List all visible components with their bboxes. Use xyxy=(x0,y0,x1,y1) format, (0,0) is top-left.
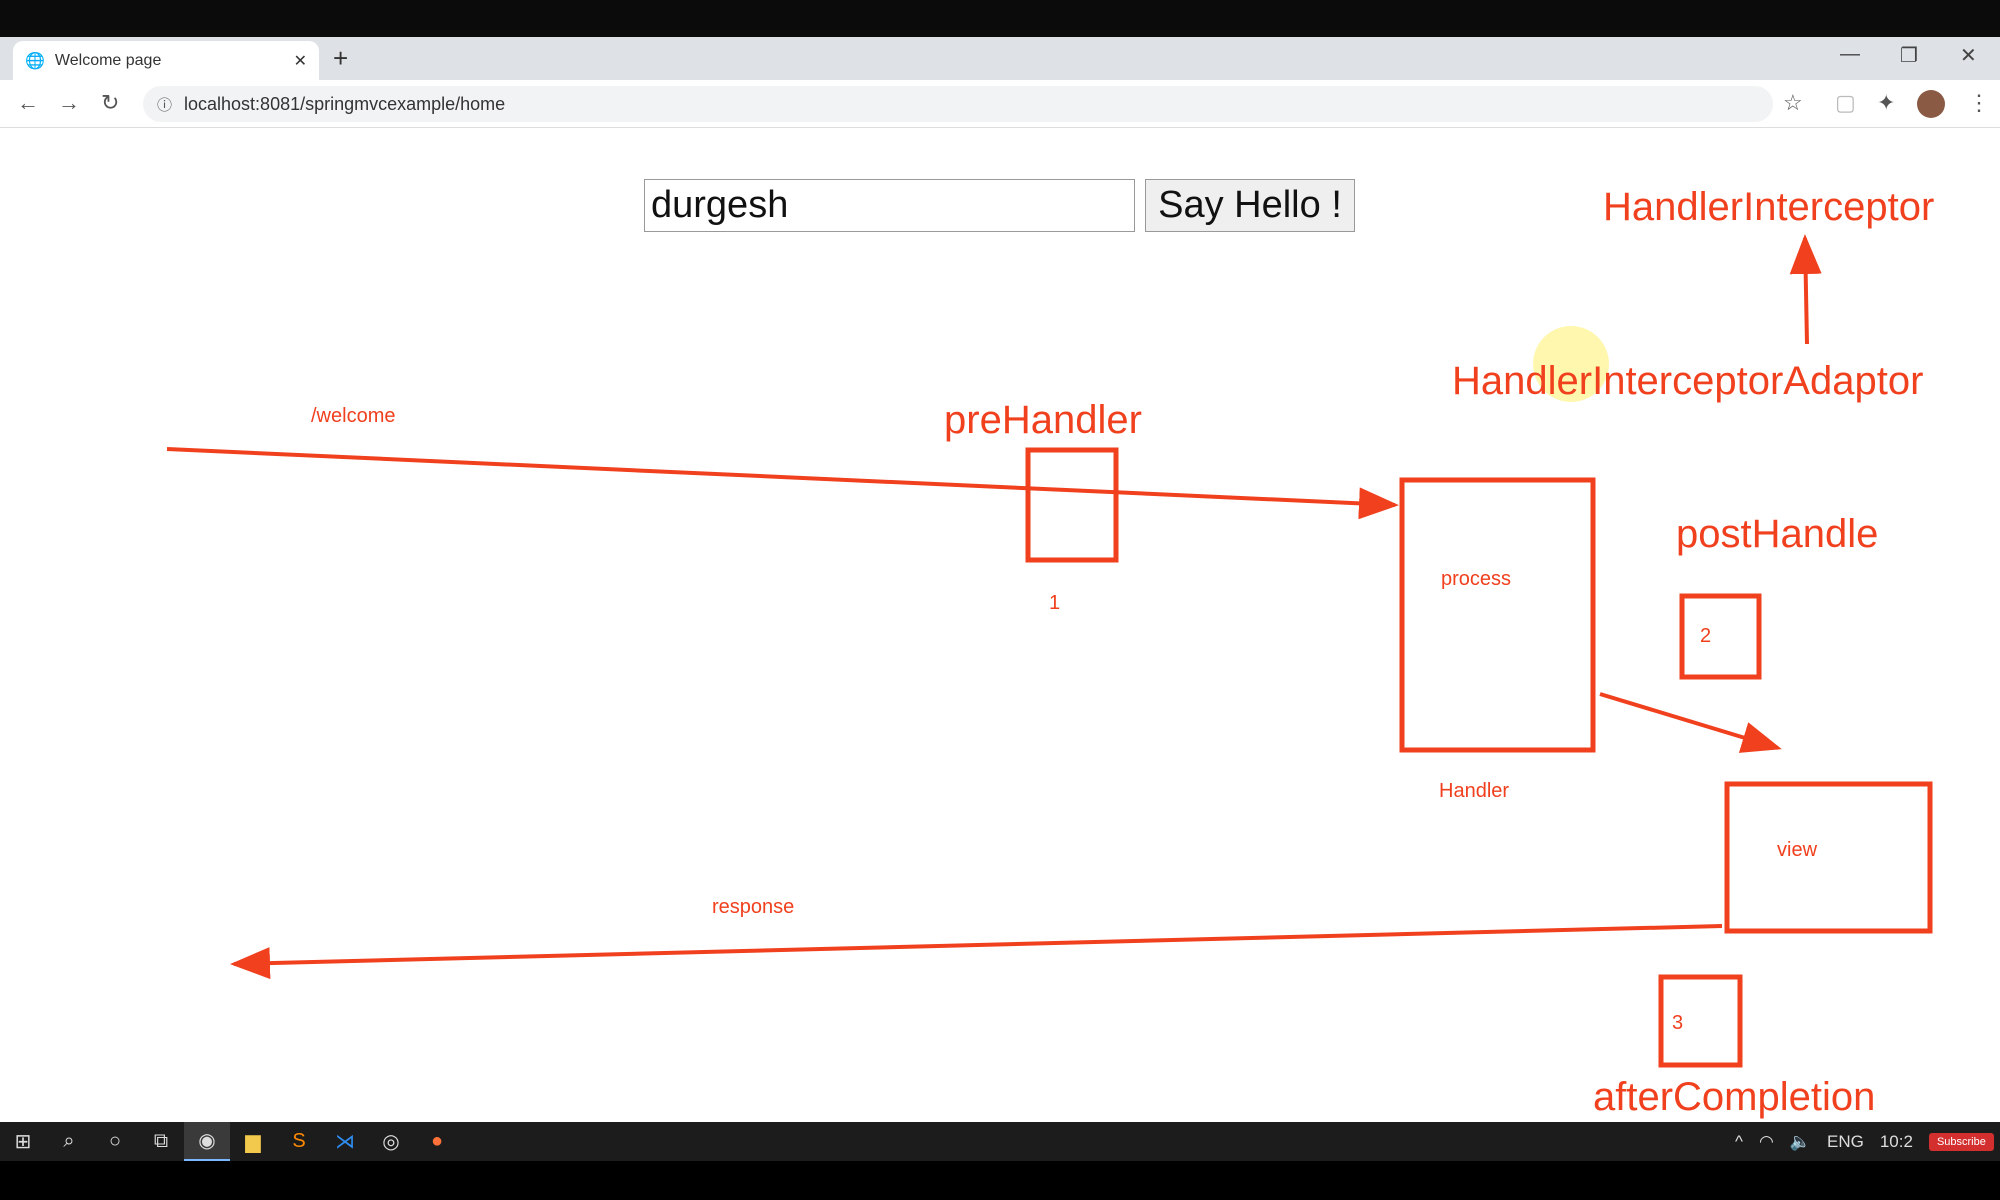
posthandle-box xyxy=(1679,593,1762,680)
interceptor-diagram: HandlerInterceptor HandlerInterceptorAda… xyxy=(166,185,1934,1119)
close-window-button[interactable]: ✕ xyxy=(1960,43,1977,68)
posthandle-label: postHandle xyxy=(1676,512,1878,556)
url-text: localhost:8081/springmvcexample/home xyxy=(184,93,506,114)
info-icon: ⓘ xyxy=(157,96,173,114)
chrome-icon[interactable]: ◉ xyxy=(184,1122,230,1161)
forward-icon[interactable]: → xyxy=(58,90,80,116)
bookmark-star-icon[interactable]: ☆ xyxy=(1783,90,1803,116)
eclipse-icon[interactable]: ◎ xyxy=(368,1122,414,1161)
tab-welcome-page[interactable]: 🌐 Welcome page ✕ xyxy=(13,41,319,80)
show-hidden-icons-icon[interactable]: ^ xyxy=(1735,1132,1743,1152)
handler-box xyxy=(1399,477,1596,753)
to-view-arrow xyxy=(1599,692,1782,753)
globe-icon: 🌐 xyxy=(25,52,45,70)
prehandler-box xyxy=(1025,447,1119,563)
clock[interactable]: 10:2 xyxy=(1880,1132,1913,1152)
process-label: process xyxy=(1441,568,1511,590)
file-explorer-icon[interactable]: ▆ xyxy=(230,1122,276,1161)
new-tab-button[interactable]: + xyxy=(333,43,348,74)
tab-strip: 🌐 Welcome page ✕ + — ❐ ✕ xyxy=(0,37,2000,80)
welcome-label: /welcome xyxy=(311,405,395,427)
profile-avatar[interactable] xyxy=(1917,90,1945,118)
cortana-icon[interactable]: ○ xyxy=(92,1122,138,1161)
request-arrow xyxy=(166,447,1399,520)
volume-icon[interactable]: 🔈 xyxy=(1790,1132,1811,1152)
step-1-label: 1 xyxy=(1049,592,1060,614)
reload-icon[interactable]: ↻ xyxy=(101,90,119,116)
tab-title: Welcome page xyxy=(54,51,162,69)
task-view-icon[interactable]: ⧉ xyxy=(138,1122,184,1161)
aftercompletion-label: afterCompletion xyxy=(1593,1075,1875,1119)
close-tab-icon[interactable]: ✕ xyxy=(294,51,307,71)
taskbar: ⊞ ⌕ ○ ⧉ ◉ ▆ S ⋊ ◎ ● ^ ◠ 🔈 ENG 10:2 Subsc… xyxy=(0,1122,2000,1161)
browser-toolbar: ← → ↻ ⓘ localhost:8081/springmvcexample/… xyxy=(0,80,2000,128)
response-arrow xyxy=(230,924,1723,980)
vscode-icon[interactable]: ⋊ xyxy=(322,1122,368,1161)
extension-icon[interactable]: ▢ xyxy=(1835,90,1856,116)
search-icon[interactable]: ⌕ xyxy=(46,1122,92,1161)
system-tray: ^ ◠ 🔈 ENG 10:2 Subscribe xyxy=(1735,1122,1994,1161)
page-content: Say Hello ! HandlerInterceptor HandlerIn… xyxy=(0,128,2000,1122)
back-icon[interactable]: ← xyxy=(17,90,39,116)
handler-interceptor-adaptor-label: HandlerInterceptorAdaptor xyxy=(1452,359,1923,403)
windows-start-icon[interactable]: ⊞ xyxy=(0,1122,46,1161)
view-label: view xyxy=(1777,839,1818,861)
handler-interceptor-label: HandlerInterceptor xyxy=(1603,185,1934,229)
sublime-text-icon[interactable]: S xyxy=(276,1122,322,1161)
address-bar[interactable]: ⓘ localhost:8081/springmvcexample/home xyxy=(143,86,1773,122)
minimize-button[interactable]: — xyxy=(1840,43,1860,66)
wifi-icon[interactable]: ◠ xyxy=(1759,1132,1774,1152)
subscribe-watermark: Subscribe xyxy=(1928,1132,1994,1151)
view-box xyxy=(1724,781,1933,934)
screen-top-bar xyxy=(0,0,2000,37)
firefox-icon[interactable]: ● xyxy=(414,1122,460,1161)
menu-icon[interactable]: ⋮ xyxy=(1968,90,1990,116)
step-2-label: 2 xyxy=(1700,625,1711,647)
inherits-arrow xyxy=(1789,234,1822,345)
step-3-label: 3 xyxy=(1672,1012,1683,1034)
prehandler-label: preHandler xyxy=(944,398,1142,442)
handler-label: Handler xyxy=(1439,780,1509,802)
extensions-puzzle-icon[interactable]: ✦ xyxy=(1877,90,1895,116)
language-indicator[interactable]: ENG xyxy=(1827,1132,1864,1152)
restore-button[interactable]: ❐ xyxy=(1900,43,1918,68)
response-label: response xyxy=(712,896,794,918)
